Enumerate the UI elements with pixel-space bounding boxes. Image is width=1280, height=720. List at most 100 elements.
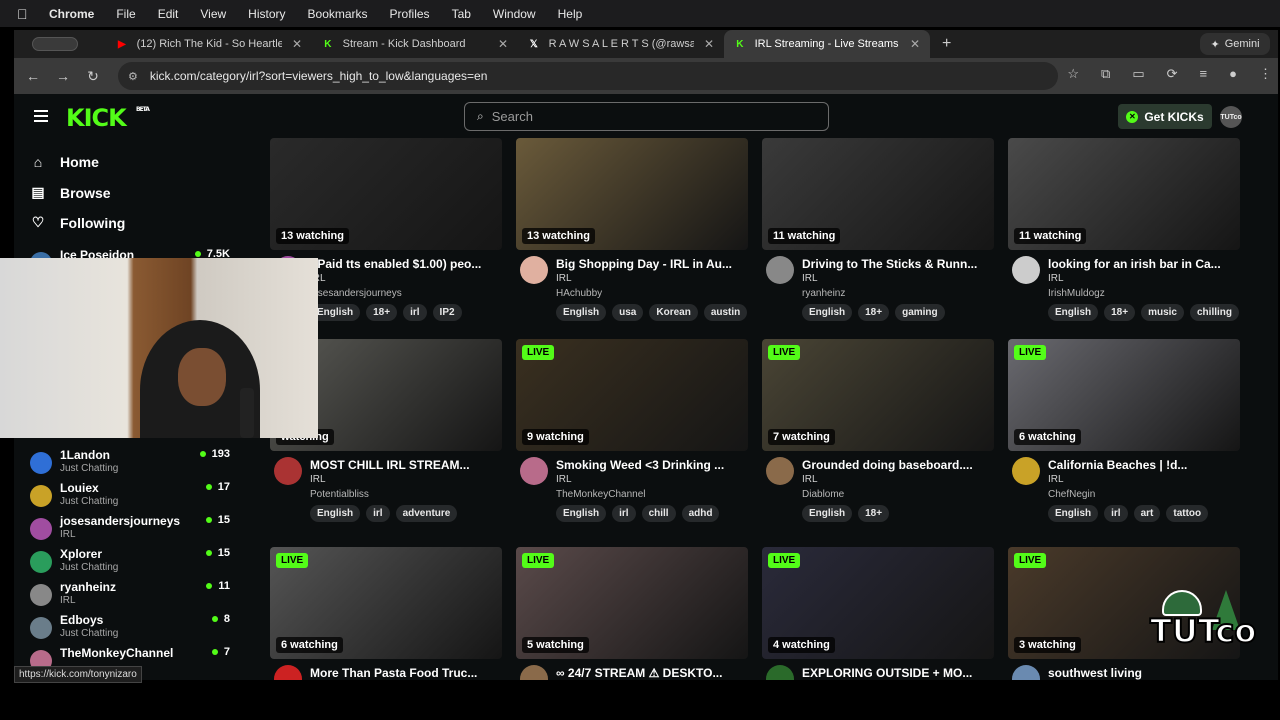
forward-icon[interactable]: → <box>48 68 78 84</box>
stream-thumbnail[interactable]: 13 watching <box>516 138 748 250</box>
stream-thumbnail[interactable]: LIVE 9 watching <box>516 339 748 451</box>
sidebar-item-browse[interactable]: ▤ Browse <box>30 184 110 201</box>
address-bar[interactable]: ⚙ kick.com/category/irl?sort=viewers_hig… <box>118 62 1058 90</box>
tag-chip[interactable]: English <box>1048 505 1099 522</box>
get-kicks-button[interactable]: ✕ Get KICKs <box>1118 104 1212 129</box>
stream-thumbnail[interactable]: LIVE 5 watching <box>516 547 748 659</box>
stream-card[interactable]: 13 watching Big Shopping Day - IRL in Au.… <box>516 138 748 338</box>
streamer-username[interactable]: ryanheinz <box>802 288 845 299</box>
apple-icon[interactable]:  <box>17 7 31 21</box>
avatar[interactable] <box>1012 665 1040 680</box>
close-icon[interactable]: ✕ <box>910 37 920 51</box>
stream-thumbnail[interactable]: LIVE 6 watching <box>270 547 502 659</box>
stream-card[interactable]: LIVE 6 watching California Beaches | !d...… <box>1008 339 1240 539</box>
stream-card[interactable]: LIVE5 watching∞ 24/7 STREAM ⚠ DESKTO...I… <box>516 547 748 680</box>
sidebar-item-following[interactable]: ♡ Following <box>30 214 126 231</box>
tag-chip[interactable]: irl <box>366 505 390 522</box>
tag-chip[interactable]: English <box>1048 304 1099 321</box>
tag-chip[interactable]: art <box>1133 505 1161 522</box>
stream-thumbnail[interactable]: LIVE 4 watching <box>762 547 994 659</box>
stream-title[interactable]: Big Shopping Day - IRL in Au... <box>556 257 746 271</box>
gemini-button[interactable]: ✦ Gemini <box>1200 33 1270 55</box>
cast-icon[interactable]: ▭ <box>1132 66 1144 82</box>
avatar[interactable] <box>766 256 794 284</box>
tag-chip[interactable]: English <box>802 505 853 522</box>
stream-title[interactable]: California Beaches | !d... <box>1048 458 1238 472</box>
menu-window[interactable]: Window <box>493 7 536 21</box>
stream-thumbnail[interactable]: LIVE 7 watching <box>762 339 994 451</box>
profile-icon[interactable]: ● <box>1229 66 1237 82</box>
stream-title[interactable]: looking for an irish bar in Ca... <box>1048 257 1238 271</box>
tag-chip[interactable]: chill <box>641 505 676 522</box>
media-icon[interactable]: ≡ <box>1200 66 1208 82</box>
stream-card[interactable]: LIVE4 watchingEXPLORING OUTSIDE + MO...I… <box>762 547 994 680</box>
tab-rawsalerts[interactable]: 𝕏 R A W S A L E R T S (@rawsal ✕ <box>518 30 724 58</box>
stream-title[interactable]: Driving to The Sticks & Runn... <box>802 257 992 271</box>
menu-edit[interactable]: Edit <box>158 7 179 21</box>
stream-thumbnail[interactable]: 13 watching <box>270 138 502 250</box>
reload-icon[interactable]: ↻ <box>78 68 108 85</box>
avatar[interactable] <box>1012 457 1040 485</box>
tab-group-icon[interactable] <box>32 37 78 51</box>
stream-category[interactable]: IRL <box>802 474 818 485</box>
close-icon[interactable]: ✕ <box>498 37 508 51</box>
tag-chip[interactable]: chilling <box>1190 304 1239 321</box>
tag-chip[interactable]: music <box>1141 304 1184 321</box>
followed-channel[interactable]: Louiex Just Chatting 17 <box>30 481 230 513</box>
close-icon[interactable]: ✕ <box>292 37 302 51</box>
search-input[interactable]: ⌕ Search <box>464 102 829 131</box>
menu-view[interactable]: View <box>200 7 226 21</box>
tag-chip[interactable]: adhd <box>681 505 720 522</box>
tab-irl-streaming[interactable]: K IRL Streaming - Live Streams ✕ <box>724 30 930 58</box>
followed-channel[interactable]: Xplorer Just Chatting 15 <box>30 547 230 579</box>
stream-category[interactable]: IRL <box>802 273 818 284</box>
avatar[interactable] <box>766 665 794 680</box>
stream-category[interactable]: IRL <box>1048 273 1064 284</box>
tag-chip[interactable]: austin <box>703 304 748 321</box>
tag-chip[interactable]: Korean <box>649 304 698 321</box>
menu-profiles[interactable]: Profiles <box>390 7 430 21</box>
sidebar-item-home[interactable]: ⌂ Home <box>30 154 99 170</box>
stream-card[interactable]: LIVE 6 watching More Than Pasta Food Truc.… <box>270 547 502 680</box>
stream-card[interactable]: 11 watching Driving to The Sticks & Runn.… <box>762 138 994 338</box>
tag-chip[interactable]: irl <box>403 304 427 321</box>
menu-bookmarks[interactable]: Bookmarks <box>308 7 368 21</box>
stream-category[interactable]: IRL <box>1048 474 1064 485</box>
streamer-username[interactable]: josesandersjourneys <box>310 288 402 299</box>
extensions-icon[interactable]: ⧉ <box>1101 66 1110 82</box>
tag-chip[interactable]: English <box>556 505 607 522</box>
tag-chip[interactable]: 18+ <box>1104 304 1136 321</box>
stream-thumbnail[interactable]: 11 watching <box>1008 138 1240 250</box>
menu-tab[interactable]: Tab <box>452 7 471 21</box>
followed-channel[interactable]: 1Landon Just Chatting 193 <box>30 448 230 480</box>
stream-card[interactable]: LIVE 9 watching Smoking Weed <3 Drinking .… <box>516 339 748 539</box>
streamer-username[interactable]: HAchubby <box>556 288 602 299</box>
stream-category[interactable]: IRL <box>310 474 326 485</box>
close-icon[interactable]: ✕ <box>704 37 714 51</box>
followed-channel[interactable]: Edboys Just Chatting 8 <box>30 613 230 645</box>
hamburger-menu-icon[interactable] <box>34 110 48 122</box>
avatar[interactable] <box>274 665 302 680</box>
tag-chip[interactable]: 18+ <box>858 505 890 522</box>
new-tab-icon[interactable]: + <box>942 35 951 53</box>
streamer-username[interactable]: IrishMuldogz <box>1048 288 1105 299</box>
stream-category[interactable]: IRL <box>556 474 572 485</box>
tab-youtube[interactable]: ▶ (12) Rich The Kid - So Heartle ✕ <box>106 30 312 58</box>
more-menu-icon[interactable]: ⋮ <box>1259 66 1272 82</box>
tag-chip[interactable]: gaming <box>895 304 945 321</box>
avatar[interactable] <box>1012 256 1040 284</box>
tag-chip[interactable]: English <box>310 505 361 522</box>
stream-title[interactable]: ∞ 24/7 STREAM ⚠ DESKTO... <box>556 666 746 680</box>
streamer-username[interactable]: TheMonkeyChannel <box>556 489 646 500</box>
stream-title[interactable]: Grounded doing baseboard.... <box>802 458 992 472</box>
sync-icon[interactable]: ⟳ <box>1167 66 1178 82</box>
stream-title[interactable]: More Than Pasta Food Truc... <box>310 666 500 680</box>
tag-chip[interactable]: tattoo <box>1166 505 1209 522</box>
stream-card[interactable]: 11 watching looking for an irish bar in C… <box>1008 138 1240 338</box>
bookmark-star-icon[interactable]: ☆ <box>1067 66 1079 82</box>
avatar[interactable] <box>766 457 794 485</box>
avatar[interactable] <box>520 457 548 485</box>
tag-chip[interactable]: irl <box>612 505 636 522</box>
tag-chip[interactable]: IP2 <box>432 304 462 321</box>
user-avatar[interactable]: TUTco <box>1220 106 1242 128</box>
